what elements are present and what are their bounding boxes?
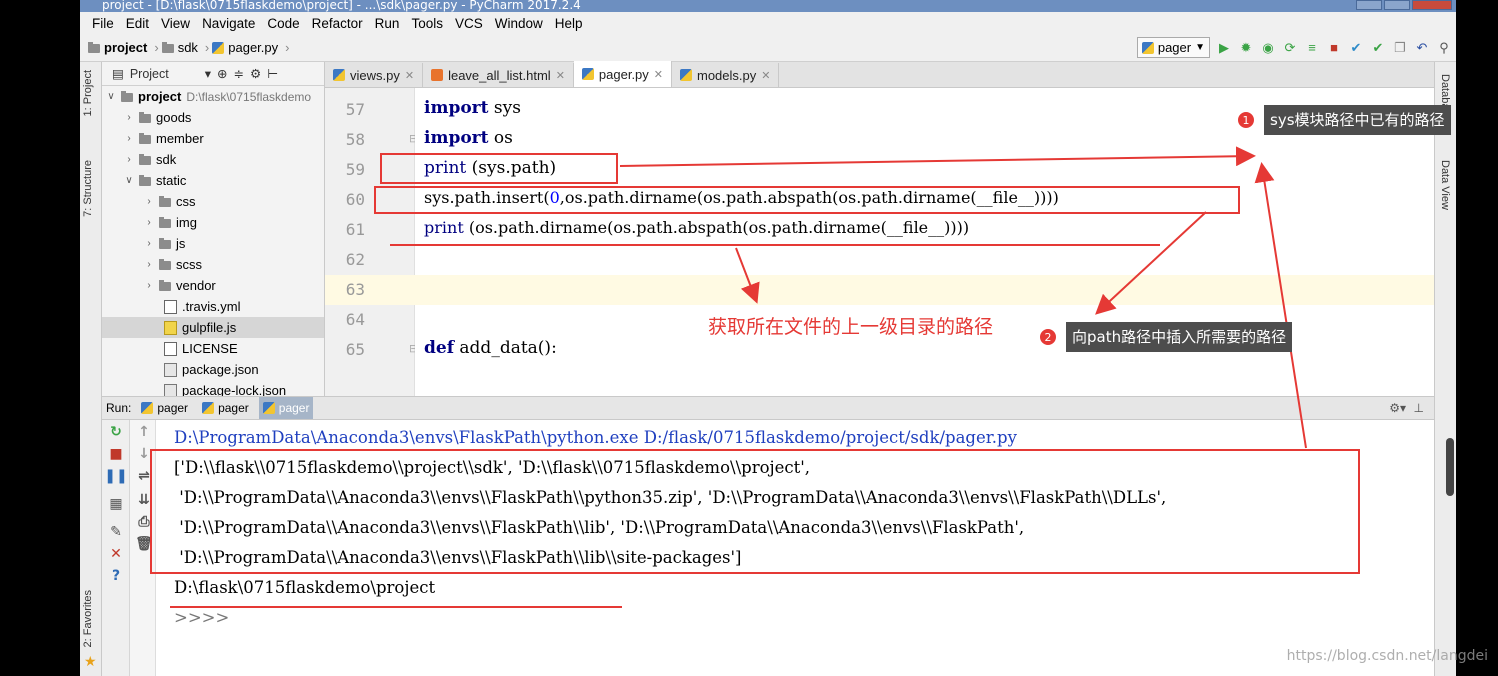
callout1-badge: 1 (1237, 111, 1255, 129)
arrow-to-callout2 (1095, 211, 1207, 315)
callout2-text: 向path路径中插入所需要的路径 (1066, 322, 1293, 352)
annotation-middle-text: 获取所在文件的上一级目录的路径 (708, 316, 994, 338)
callout1-text: sys模块路径中已有的路径 (1264, 105, 1451, 135)
arrow-output-to-callout1 (1254, 162, 1307, 449)
callout2-badge: 2 (1039, 328, 1057, 346)
watermark: https://blog.csdn.net/langdei (1286, 648, 1488, 664)
arrow-to-callout1 (619, 146, 1256, 167)
arrow-to-middle-text (735, 247, 760, 304)
